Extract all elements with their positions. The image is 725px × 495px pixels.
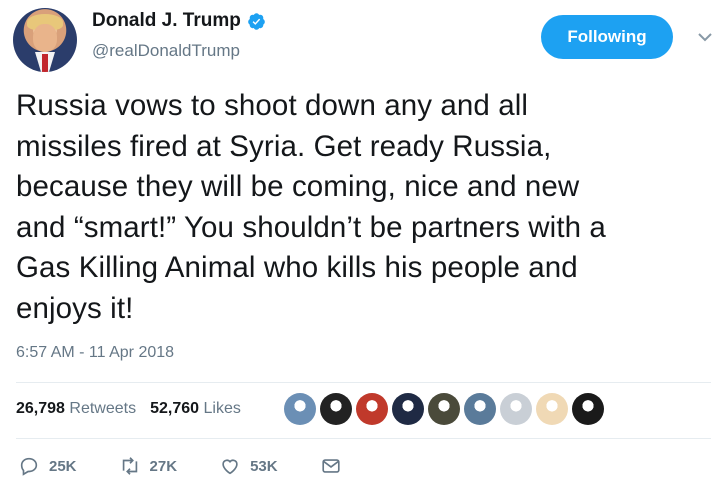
tweet-text-line: because they will be coming, nice and ne… [16, 170, 580, 203]
avatar-face [33, 24, 57, 52]
likes-label: Likes [203, 400, 241, 417]
divider [16, 382, 711, 383]
user-display-name[interactable]: Donald J. Trump [92, 10, 241, 32]
tweet-text-line: missiles fired at Syria. Get ready Russi… [16, 129, 552, 163]
user-name-row: Donald J. Trump [92, 10, 266, 32]
tweet-stats: 26,798 Retweets 52,760 Likes [16, 400, 241, 418]
liker-avatar[interactable] [284, 393, 316, 425]
tweet-text-line: and “smart!” You shouldn’t be partners w… [16, 210, 606, 244]
likes-count: 52,760 [150, 400, 200, 417]
liker-avatar[interactable] [500, 393, 532, 425]
reply-count: 25K [49, 457, 77, 475]
liker-avatar[interactable] [572, 393, 604, 425]
divider [16, 438, 711, 439]
liker-avatar[interactable] [464, 393, 496, 425]
tweet-timestamp[interactable]: 6:57 AM - 11 Apr 2018 [16, 344, 174, 362]
avatar-tie [42, 54, 48, 72]
like-button[interactable]: 53K [219, 455, 278, 477]
liker-avatar[interactable] [428, 393, 460, 425]
like-count: 53K [250, 457, 278, 475]
retweet-button[interactable]: 27K [119, 455, 178, 477]
retweets-label: Retweets [69, 400, 137, 417]
verified-badge-icon [248, 12, 265, 30]
retweets-stat[interactable]: 26,798 Retweets [16, 400, 136, 418]
chevron-down-icon[interactable] [697, 29, 713, 45]
tweet-text: Russia vows to shoot down any and all mi… [16, 86, 716, 329]
liker-avatars [284, 393, 604, 425]
user-handle[interactable]: @realDonaldTrump [92, 41, 240, 61]
envelope-icon [321, 459, 340, 473]
reply-icon [20, 457, 38, 476]
liker-avatar[interactable] [320, 393, 352, 425]
retweet-icon [122, 457, 137, 475]
tweet-text-line: Gas Killing Animal who kills his people … [16, 251, 578, 284]
profile-avatar[interactable] [13, 8, 77, 72]
tweet-text-line: enjoys it! [16, 291, 134, 325]
likes-stat[interactable]: 52,760 Likes [150, 400, 241, 418]
following-button[interactable]: Following [541, 15, 673, 59]
reply-button[interactable]: 25K [18, 455, 77, 477]
retweets-count: 26,798 [16, 400, 65, 417]
heart-icon [222, 459, 238, 475]
liker-avatar[interactable] [536, 393, 568, 425]
retweet-count: 27K [149, 457, 178, 475]
tweet-text-line: Russia vows to shoot down any and all [16, 89, 529, 122]
tweet-actions: 25K 27K 53K [18, 455, 384, 477]
liker-avatar[interactable] [356, 393, 388, 425]
direct-message-button[interactable] [320, 455, 342, 477]
liker-avatar[interactable] [392, 393, 424, 425]
